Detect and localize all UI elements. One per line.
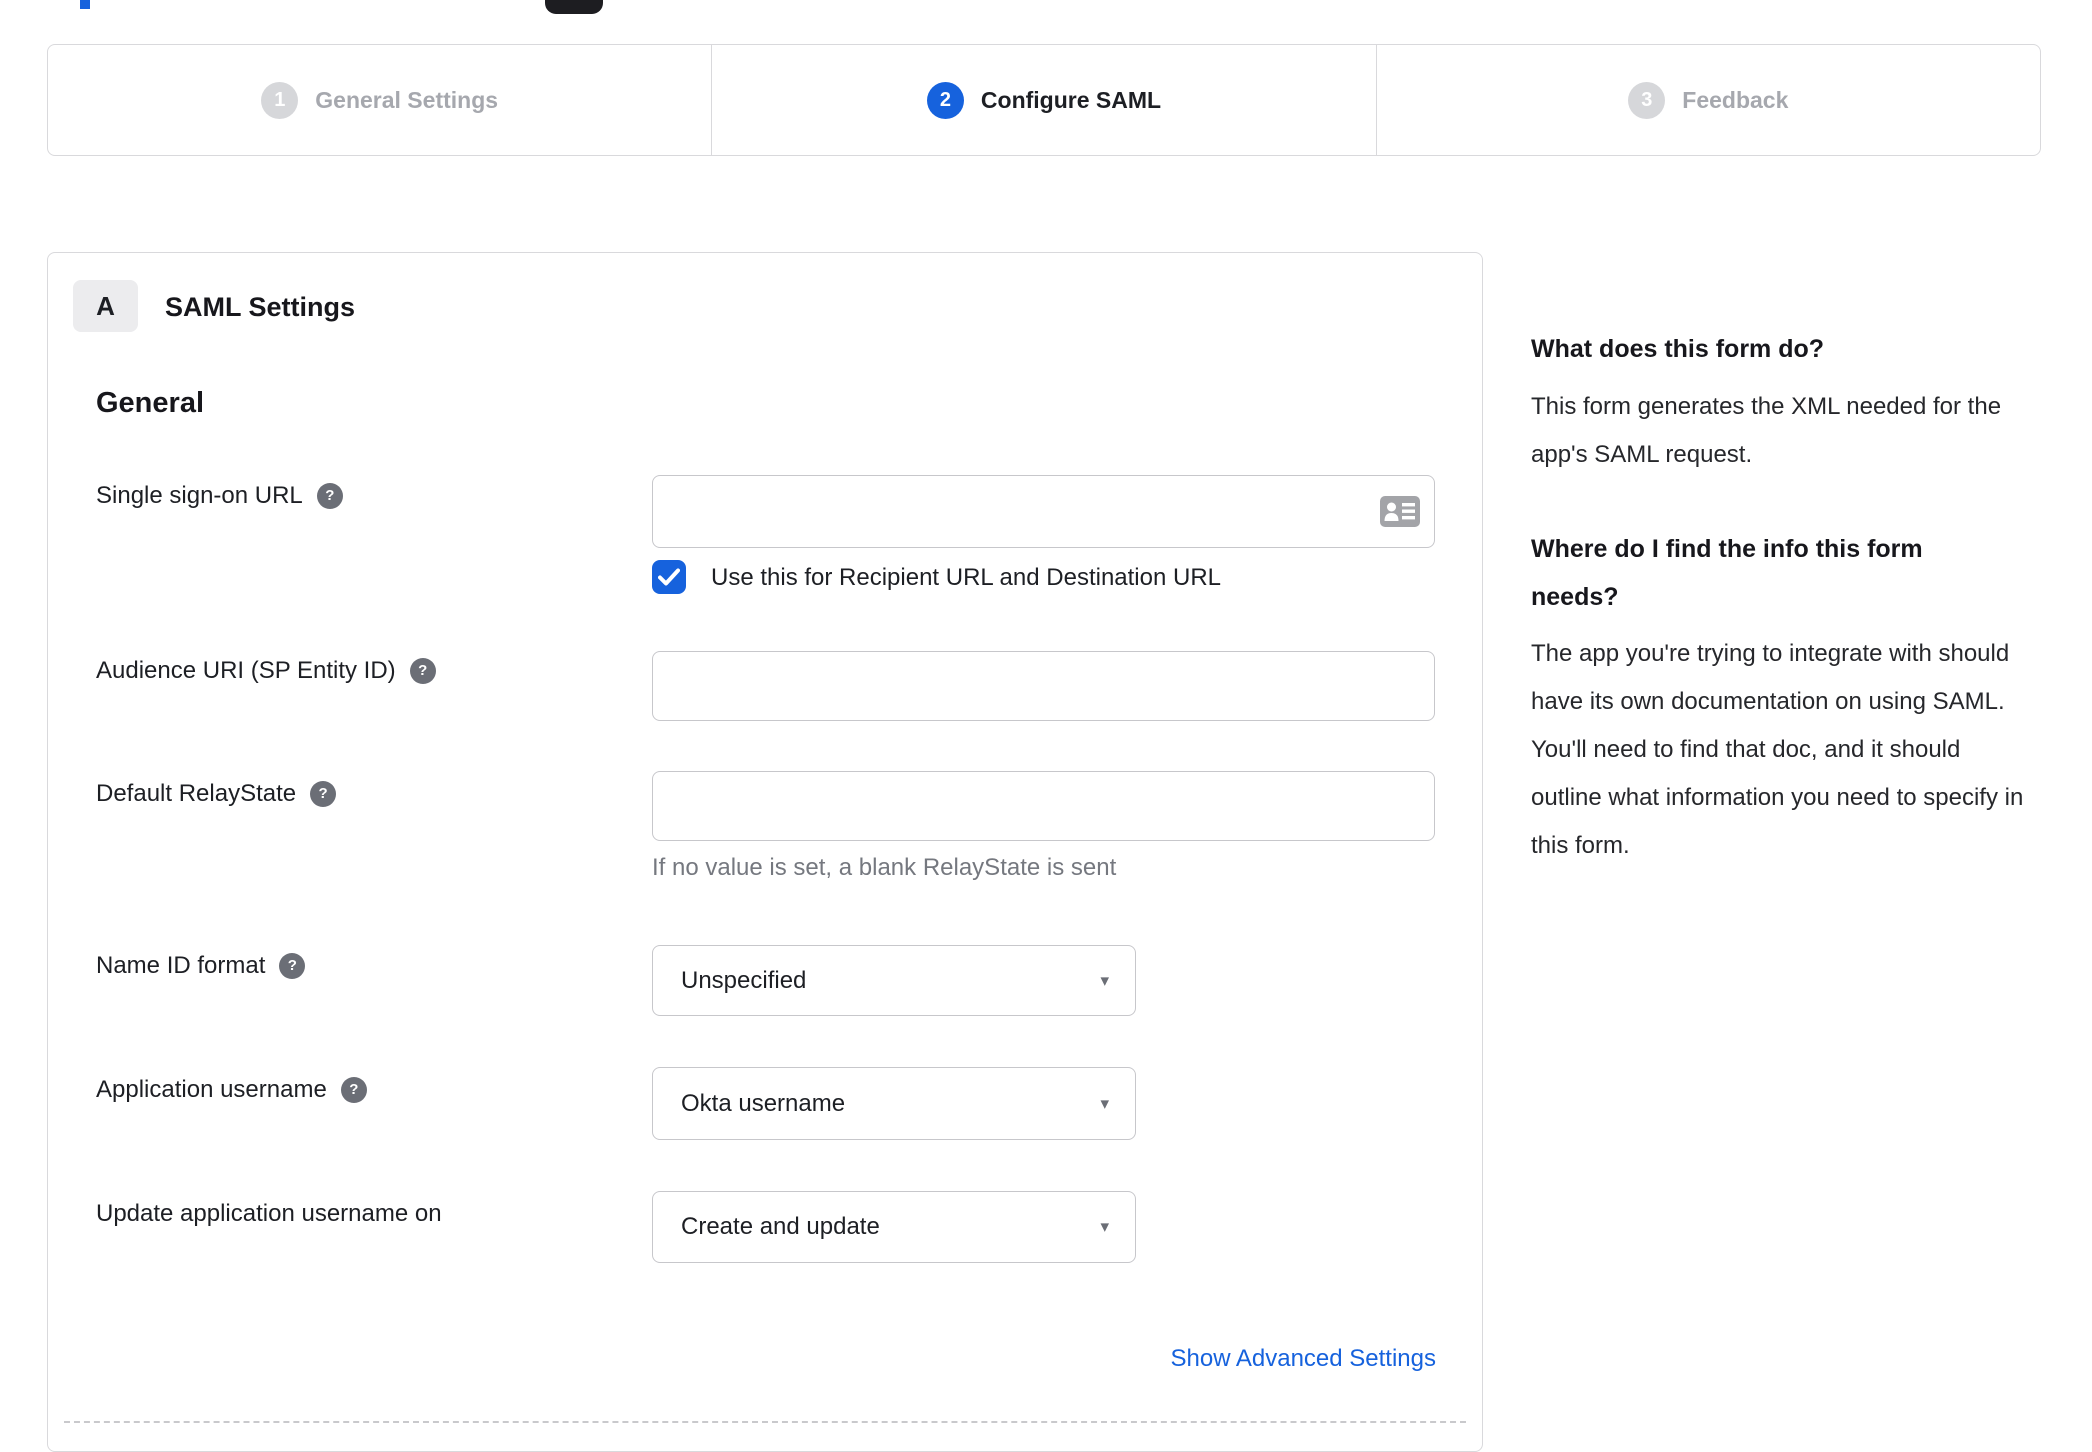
use-for-recipient-label: Use this for Recipient URL and Destinati… <box>711 564 1222 591</box>
audience-uri-label-text: Audience URI (SP Entity ID) <box>96 657 396 684</box>
general-group-title: General <box>96 387 204 419</box>
help-icon[interactable]: ? <box>316 483 343 509</box>
sidebar-question-2-body: The app you're trying to integrate with … <box>1531 640 2024 859</box>
step-feedback[interactable]: 3 Feedback <box>1375 45 2040 155</box>
header-accent-fragment <box>80 0 90 9</box>
step-general-settings[interactable]: 1 General Settings <box>48 45 711 155</box>
audience-uri-label: Audience URI (SP Entity ID) ? <box>96 656 436 686</box>
name-id-format-value: Unspecified <box>681 966 807 994</box>
step-number-badge: 2 <box>926 81 964 119</box>
step-label: Configure SAML <box>980 86 1162 113</box>
step-number-badge: 3 <box>1628 81 1666 119</box>
relay-state-label: Default RelayState ? <box>96 779 337 809</box>
name-id-format-label: Name ID format ? <box>96 951 306 981</box>
sidebar-question-2-title: Where do I find the info this form needs… <box>1531 535 1923 611</box>
sso-url-label: Single sign-on URL ? <box>96 481 343 511</box>
application-username-label-text: Application username <box>96 1076 327 1103</box>
relay-state-label-text: Default RelayState <box>96 780 297 807</box>
wizard-stepper: 1 General Settings 2 Configure SAML 3 Fe… <box>47 44 2041 156</box>
update-username-value: Create and update <box>681 1213 880 1240</box>
sidebar-question-1-title: What does this form do? <box>1531 335 1825 363</box>
show-advanced-settings-link[interactable]: Show Advanced Settings <box>1116 1345 1436 1373</box>
help-icon[interactable]: ? <box>409 658 436 684</box>
help-icon[interactable]: ? <box>340 1077 367 1103</box>
sidebar-question-1-body: This form generates the XML needed for t… <box>1531 393 2002 468</box>
sso-url-input[interactable] <box>652 475 1435 548</box>
update-username-label: Update application username on <box>96 1199 442 1229</box>
saml-settings-panel: A SAML Settings General Single sign-on U… <box>47 252 1483 1452</box>
name-id-format-select[interactable]: Unspecified ▾ <box>652 945 1136 1016</box>
update-username-select[interactable]: Create and update ▾ <box>652 1191 1136 1263</box>
section-a-badge: A <box>73 280 138 332</box>
audience-uri-input[interactable] <box>652 651 1435 721</box>
application-username-select[interactable]: Okta username ▾ <box>652 1067 1136 1140</box>
use-for-recipient-checkbox[interactable] <box>652 560 686 594</box>
app-logo-fragment <box>545 0 603 14</box>
relay-state-input[interactable] <box>652 771 1435 841</box>
checkmark-icon <box>658 568 680 586</box>
chevron-down-icon: ▾ <box>1100 1217 1109 1236</box>
step-configure-saml[interactable]: 2 Configure SAML <box>711 45 1375 155</box>
application-username-value: Okta username <box>681 1089 846 1117</box>
help-icon[interactable]: ? <box>279 953 306 979</box>
chevron-down-icon: ▾ <box>1100 1093 1109 1113</box>
application-username-label: Application username ? <box>96 1075 367 1105</box>
relay-state-hint: If no value is set, a blank RelayState i… <box>652 854 1117 881</box>
step-number-badge: 1 <box>261 81 299 119</box>
help-icon[interactable]: ? <box>310 781 337 807</box>
chevron-down-icon: ▾ <box>1100 970 1109 990</box>
update-username-label-text: Update application username on <box>96 1200 442 1227</box>
step-label: General Settings <box>315 86 499 113</box>
section-title: SAML Settings <box>165 292 356 322</box>
sso-url-label-text: Single sign-on URL <box>96 482 303 509</box>
section-dashed-divider <box>64 1421 1466 1423</box>
name-id-format-label-text: Name ID format <box>96 952 266 979</box>
step-label: Feedback <box>1682 86 1789 113</box>
